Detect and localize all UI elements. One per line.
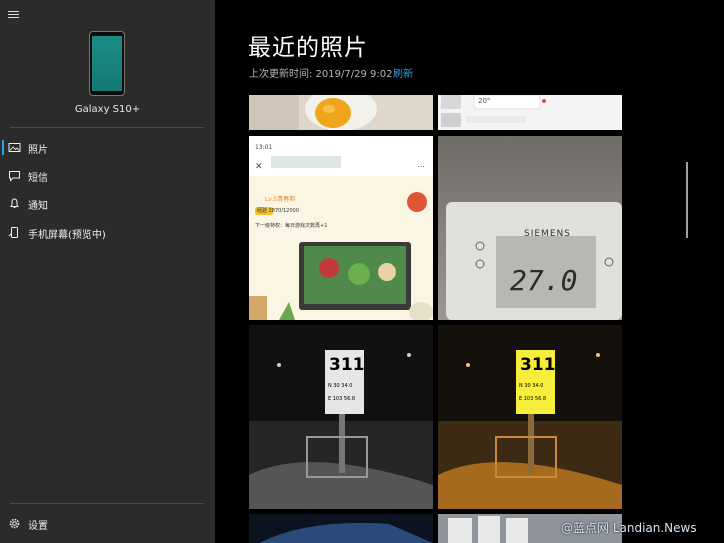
temperature-text: 20° [478,97,491,105]
game-hint-text: 下一级特权：每日游戏次数再+1 [255,223,328,229]
sidebar-item-messages[interactable]: 短信 [0,164,215,188]
car-image [249,514,433,543]
photo-sign-color[interactable]: 311 N 30 34.0 E 103 56.8 [438,325,622,509]
thermostat-brand: SIEMENS [524,229,571,239]
settings-label: 设置 [28,521,48,532]
sidebar-divider-bottom [10,503,204,504]
watermark: @蓝点网 Landian.News [561,521,697,535]
phone-illustration [89,31,125,96]
screenshot-image [438,95,622,130]
game-exp-text: 经验 2870/12000 [257,208,299,214]
status-time: 13:01 [255,144,273,151]
photo-car[interactable] [249,514,433,543]
photos-icon [8,143,21,152]
photo-egg[interactable] [249,95,433,130]
thermostat-reading: 27.0 [510,264,578,297]
main-panel: 最近的照片 上次更新时间: 2019/7/29 9:02 刷新 20° ⋯ ✕ … [215,0,724,543]
bell-icon [10,198,19,208]
photo-app-screenshot[interactable]: 20° [438,95,622,130]
sidebar-item-label: 通知 [28,201,48,212]
messages-icon [9,171,20,182]
svg-text:⋯: ⋯ [417,162,425,171]
gear-icon [9,518,20,529]
sign-number-color: 311 [520,355,556,375]
game-level-text: Lv.5青春期 [265,196,296,203]
page-title: 最近的照片 [248,35,368,61]
sidebar-item-label: 照片 [28,145,48,156]
photo-thermostat[interactable]: SIEMENS 27.0 [438,136,622,320]
sign-number: 311 [329,355,365,375]
egg-yolk-image [249,95,433,130]
night-sign-color-image [438,325,622,509]
svg-text:✕: ✕ [255,162,263,172]
sign-line-3: E 103 56.8 [328,396,356,402]
sign-line-2-color: N 30 34.0 [519,383,544,389]
sidebar-item-photos[interactable]: 照片 [0,136,215,160]
sidebar-item-label: 短信 [28,173,48,184]
hamburger-menu-icon[interactable] [8,9,22,19]
sidebar-divider [10,127,204,128]
sidebar-item-notifications[interactable]: 通知 [0,192,215,216]
night-sign-bw-image [249,325,433,509]
sidebar-item-label: 手机屏幕(预览中) [28,230,106,241]
last-updated-text: 上次更新时间: 2019/7/29 9:02 [249,69,393,80]
active-indicator [2,140,4,155]
photo-game-screenshot[interactable]: ⋯ ✕ 13:01 Lv.5青春期 经验 2870/12000 下一级特权：每日… [249,136,433,320]
sign-line-2: N 30 34.0 [328,383,353,389]
photo-sign-bw[interactable]: 311 N 30 34.0 E 103 56.8 [249,325,433,509]
device-name: Galaxy S10+ [74,104,141,115]
sidebar-item-phone-screen[interactable]: 手机屏幕(预览中) [0,221,215,245]
sidebar: Galaxy S10+ 照片 短信 通知 手机屏幕(预览中) 设置 [0,0,215,543]
phone-screen-icon [8,227,18,238]
scrollbar[interactable] [686,162,688,238]
refresh-link[interactable]: 刷新 [393,65,413,80]
settings-button[interactable]: 设置 [0,512,215,536]
sign-line-3-color: E 103 56.8 [519,396,547,402]
